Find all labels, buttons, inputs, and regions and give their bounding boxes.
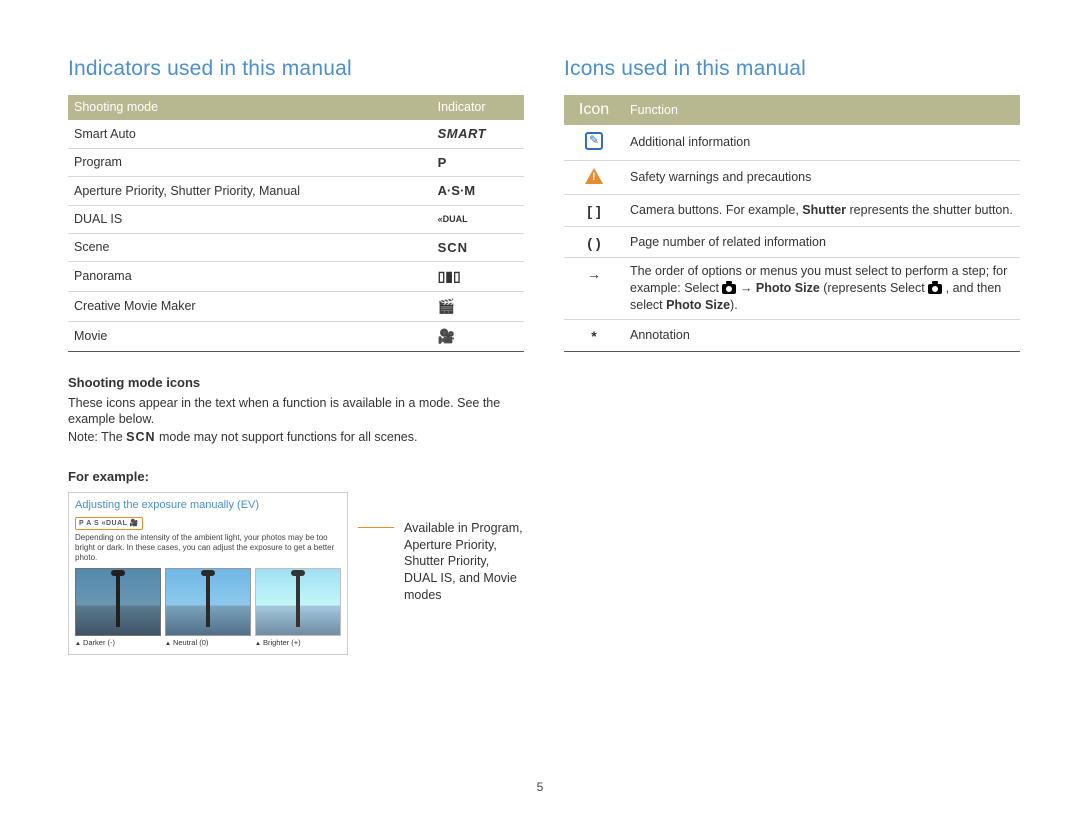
- indicator-cell: A·S·M: [432, 177, 524, 206]
- function-cell: The order of options or menus you must s…: [624, 258, 1020, 320]
- thumb-darker: Darker (-): [75, 568, 161, 648]
- th-shooting-mode: Shooting mode: [68, 95, 432, 120]
- arrow-icon: →: [564, 258, 624, 320]
- heading-icons: Icons used in this manual: [564, 55, 1020, 83]
- indicator-cell: ▯▮▯: [432, 262, 524, 292]
- example-badge: P A S «DUAL 🎥: [75, 517, 143, 530]
- indicators-table: Shooting mode Indicator Smart AutoSMARTP…: [68, 95, 524, 352]
- example-side-text: Available in Program, Aperture Priority,…: [404, 520, 524, 604]
- example-text: Depending on the intensity of the ambien…: [75, 533, 341, 563]
- table-row: SceneSCN: [68, 233, 524, 262]
- mode-cell: Panorama: [68, 262, 432, 292]
- table-row: [ ]Camera buttons. For example, Shutter …: [564, 194, 1020, 226]
- function-cell: Safety warnings and precautions: [624, 160, 1020, 194]
- note-icon: [564, 125, 624, 160]
- function-cell: Additional information: [624, 125, 1020, 160]
- thumb-neutral: Neutral (0): [165, 568, 251, 648]
- indicator-cell: P: [432, 148, 524, 177]
- table-row: Safety warnings and precautions: [564, 160, 1020, 194]
- leader-line: [358, 527, 394, 528]
- table-row: Aperture Priority, Shutter Priority, Man…: [68, 177, 524, 206]
- mode-cell: Smart Auto: [68, 120, 432, 148]
- symbol-icon: ( ): [564, 226, 624, 258]
- mode-cell: DUAL IS: [68, 205, 432, 233]
- th-icon: Icon: [564, 95, 624, 125]
- indicator-cell: 🎥: [432, 322, 524, 352]
- th-function: Function: [624, 95, 1020, 125]
- subhead-example: For example:: [68, 468, 524, 486]
- table-row: *Annotation: [564, 320, 1020, 352]
- scn-inline-icon: SCN: [126, 430, 155, 444]
- indicator-cell: 🎬: [432, 292, 524, 322]
- example-title: Adjusting the exposure manually (EV): [75, 498, 341, 513]
- camera-icon: [722, 284, 736, 294]
- table-row: ( )Page number of related information: [564, 226, 1020, 258]
- table-row: Creative Movie Maker🎬: [68, 292, 524, 322]
- mode-cell: Scene: [68, 233, 432, 262]
- table-row: Additional information: [564, 125, 1020, 160]
- thumb-brighter: Brighter (+): [255, 568, 341, 648]
- para-note: Note: The SCN mode may not support funct…: [68, 429, 524, 446]
- indicator-cell: SCN: [432, 233, 524, 262]
- mode-cell: Aperture Priority, Shutter Priority, Man…: [68, 177, 432, 206]
- symbol-icon: *: [564, 320, 624, 352]
- indicator-cell: SMART: [432, 120, 524, 148]
- symbol-icon: [ ]: [564, 194, 624, 226]
- page-number: 5: [537, 779, 544, 795]
- mode-cell: Program: [68, 148, 432, 177]
- table-row: Movie🎥: [68, 322, 524, 352]
- warning-icon: [564, 160, 624, 194]
- icons-table: Icon Function Additional informationSafe…: [564, 95, 1020, 352]
- mode-cell: Movie: [68, 322, 432, 352]
- mode-cell: Creative Movie Maker: [68, 292, 432, 322]
- camera-icon: [928, 284, 942, 294]
- example-box: Adjusting the exposure manually (EV) P A…: [68, 492, 348, 655]
- indicator-cell: «DUAL: [432, 205, 524, 233]
- function-cell: Camera buttons. For example, Shutter rep…: [624, 194, 1020, 226]
- th-indicator: Indicator: [432, 95, 524, 120]
- heading-indicators: Indicators used in this manual: [68, 55, 524, 83]
- subhead-icons: Shooting mode icons: [68, 374, 524, 392]
- table-row: Smart AutoSMART: [68, 120, 524, 148]
- table-row: DUAL IS«DUAL: [68, 205, 524, 233]
- function-cell: Page number of related information: [624, 226, 1020, 258]
- table-row: Panorama▯▮▯: [68, 262, 524, 292]
- para-icons-desc: These icons appear in the text when a fu…: [68, 395, 524, 429]
- function-cell: Annotation: [624, 320, 1020, 352]
- table-row: ProgramP: [68, 148, 524, 177]
- table-row: →The order of options or menus you must …: [564, 258, 1020, 320]
